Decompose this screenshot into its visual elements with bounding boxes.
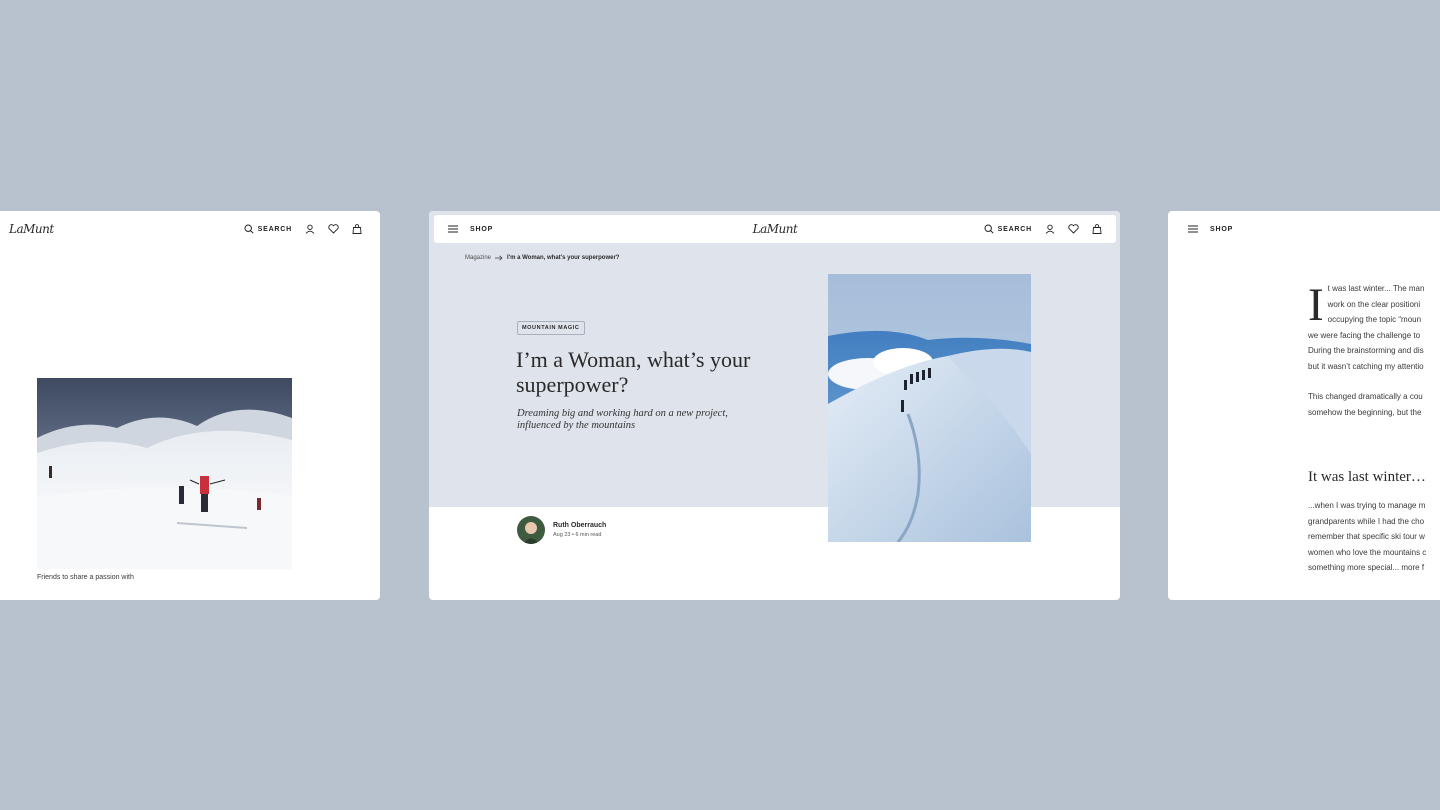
ski-ascent-photo: [828, 274, 1031, 542]
breadcrumb: Magazine I'm a Woman, what's your superp…: [465, 255, 619, 261]
heart-icon[interactable]: [328, 224, 339, 234]
header-actions: SEARCH: [984, 224, 1102, 234]
article-hero-card: SHOP LaMunt SEARCH Magazine I'm a Woman,…: [429, 211, 1120, 600]
section-paragraph: ...when I was trying to manage m grandpa…: [1308, 498, 1440, 576]
bag-icon[interactable]: [1092, 224, 1102, 234]
body-line: somehow the beginning, but the: [1308, 407, 1422, 417]
search-label: SEARCH: [257, 225, 292, 233]
body-line: ...when I was trying to manage m: [1308, 501, 1426, 510]
search-icon: [984, 224, 994, 234]
search-button[interactable]: SEARCH: [244, 224, 292, 234]
category-tag[interactable]: MOUNTAIN MAGIC: [517, 321, 585, 335]
bag-icon[interactable]: [352, 224, 362, 234]
body-line: t was last winter... The man: [1327, 284, 1425, 293]
article-body-card: SHOP I t was last winter... The man work…: [1168, 211, 1440, 600]
search-button[interactable]: SEARCH: [984, 224, 1032, 234]
article-body: I t was last winter... The man work on t…: [1308, 281, 1440, 420]
section-heading: It was last winter…: [1308, 469, 1426, 485]
menu-shop-button[interactable]: SHOP: [448, 225, 493, 233]
body-line: This changed dramatically a cou: [1308, 392, 1423, 401]
body-line: something more special... more f: [1308, 563, 1425, 572]
body-line: grandparents while I had the cho: [1308, 516, 1425, 526]
heart-icon[interactable]: [1068, 224, 1079, 234]
article-title: I’m a Woman, what’s your superpower?: [516, 347, 751, 397]
brand-logo[interactable]: LaMunt: [9, 222, 54, 236]
body-line: women who love the mountains c: [1308, 547, 1427, 557]
breadcrumb-current: I'm a Woman, what's your superpower?: [507, 255, 620, 261]
drop-cap: I: [1308, 279, 1324, 331]
right-header: SHOP: [1188, 222, 1233, 236]
shop-label: SHOP: [470, 225, 494, 233]
body-line: occupying the topic “moun: [1327, 315, 1422, 324]
search-label: SEARCH: [997, 225, 1032, 233]
body-line: work on the clear positioni: [1327, 299, 1421, 309]
arrow-right-icon: [495, 255, 503, 261]
ski-group-photo: [37, 378, 292, 569]
body-line: remember that specific ski tour w: [1308, 532, 1425, 541]
menu-icon: [448, 225, 458, 233]
brand-logo[interactable]: LaMunt: [753, 222, 798, 236]
second-paragraph: This changed dramatically a cou somehow …: [1308, 389, 1440, 420]
author-info: Ruth Oberrauch Aug 23 • 6 min read: [517, 516, 606, 544]
menu-icon: [1188, 225, 1198, 233]
user-icon[interactable]: [1045, 224, 1055, 234]
article-subtitle: Dreaming big and working hard on a new p…: [517, 408, 728, 431]
intro-indented: t was last winter... The man work on the…: [1312, 281, 1440, 328]
header-actions: SEARCH: [244, 224, 362, 234]
author-meta: Aug 23 • 6 min read: [553, 532, 606, 538]
left-header: LaMunt SEARCH: [9, 222, 362, 236]
shop-label: SHOP: [1210, 225, 1234, 233]
body-line: but it wasn’t catching my attentio: [1308, 361, 1424, 371]
top-navigation: SHOP LaMunt SEARCH: [434, 215, 1116, 243]
avatar[interactable]: [517, 516, 545, 544]
menu-shop-button[interactable]: SHOP: [1188, 225, 1233, 233]
author-name[interactable]: Ruth Oberrauch: [553, 522, 606, 529]
body-line: we were facing the challenge to: [1308, 330, 1421, 340]
intro-paragraph: I t was last winter... The man work on t…: [1308, 281, 1440, 374]
photo-caption: Friends to share a passion with: [37, 574, 134, 581]
search-icon: [244, 224, 254, 234]
publish-date: Aug 23: [553, 532, 571, 538]
body-line: During the brainstorming and dis: [1308, 346, 1424, 355]
read-time: 6 min read: [575, 532, 602, 538]
breadcrumb-root[interactable]: Magazine: [465, 255, 491, 261]
article-gallery-card: LaMunt SEARCH Friends to share a passion…: [0, 211, 380, 600]
user-icon[interactable]: [305, 224, 315, 234]
